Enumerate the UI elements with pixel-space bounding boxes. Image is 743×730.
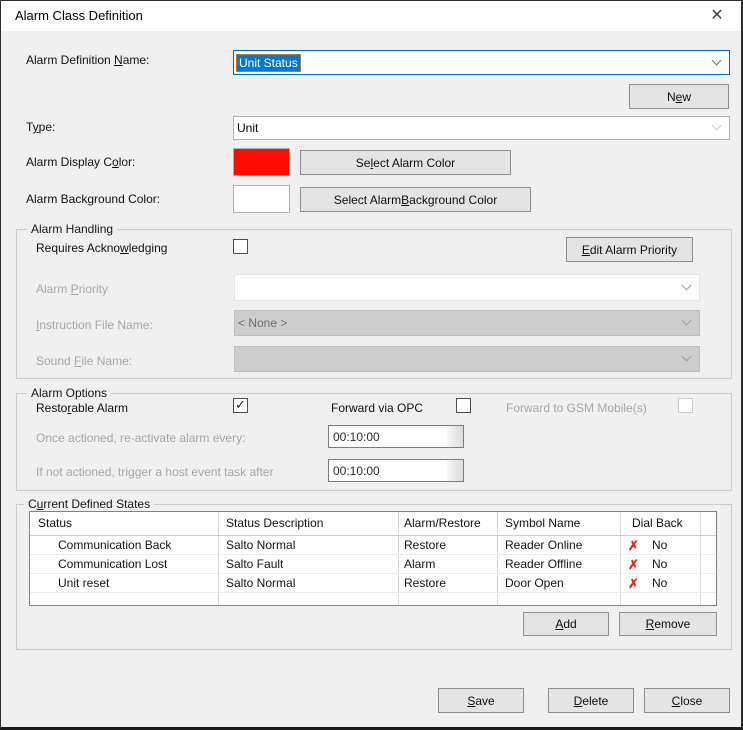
host-event-interval-field: 00:10:00 bbox=[328, 459, 464, 482]
reactivate-alarm-label: Once actioned, re-activate alarm every: bbox=[36, 431, 245, 445]
type-combobox[interactable]: Unit bbox=[233, 116, 730, 140]
host-event-interval-value: 00:10:00 bbox=[333, 464, 380, 478]
red-cross-icon: ✗ bbox=[628, 557, 639, 573]
close-button[interactable]: Close bbox=[644, 688, 730, 713]
reactivate-interval-field: 00:10:00 bbox=[328, 425, 464, 448]
table-header-row: Status Status Description Alarm/Restore … bbox=[30, 512, 716, 536]
cell-status: Unit reset bbox=[58, 576, 109, 590]
sound-file-name-combobox bbox=[234, 346, 700, 372]
host-event-label: If not actioned, trigger a host event ta… bbox=[36, 465, 273, 479]
title-bar: Alarm Class Definition ✕ bbox=[1, 1, 741, 31]
alarm-priority-label: Alarm Priority bbox=[36, 282, 108, 296]
cell-symbol-name: Reader Online bbox=[505, 538, 582, 552]
remove-button[interactable]: Remove bbox=[619, 612, 717, 636]
defined-states-table[interactable]: Status Status Description Alarm/Restore … bbox=[29, 511, 717, 606]
red-cross-icon: ✗ bbox=[628, 576, 639, 592]
restorable-alarm-label: Restorable Alarm bbox=[36, 401, 128, 415]
spinner-strip bbox=[447, 460, 463, 481]
cell-dial-back: No bbox=[652, 538, 667, 552]
red-cross-icon: ✗ bbox=[628, 538, 639, 554]
add-button[interactable]: Add bbox=[523, 612, 609, 636]
sound-file-name-label: Sound File Name: bbox=[36, 354, 132, 368]
new-button[interactable]: New bbox=[629, 84, 729, 109]
alarm-handling-legend: Alarm Handling bbox=[27, 222, 117, 236]
table-row[interactable]: Communication Back Salto Normal Restore … bbox=[30, 536, 716, 555]
type-label: Type: bbox=[26, 120, 55, 134]
instruction-file-name-label: Instruction File Name: bbox=[36, 318, 153, 332]
type-value: Unit bbox=[237, 121, 258, 135]
alarm-class-definition-dialog: Alarm Class Definition ✕ Alarm Definitio… bbox=[0, 0, 743, 730]
forward-via-opc-checkbox[interactable] bbox=[456, 398, 471, 413]
forward-to-gsm-label: Forward to GSM Mobile(s) bbox=[506, 401, 647, 415]
alarm-background-color-label: Alarm Background Color: bbox=[26, 192, 160, 206]
column-header-dial-back[interactable]: Dial Back bbox=[632, 516, 683, 530]
dialog-title: Alarm Class Definition bbox=[15, 8, 143, 23]
current-defined-states-legend: Current Defined States bbox=[24, 497, 154, 511]
cell-status: Communication Back bbox=[58, 538, 171, 552]
chevron-down-icon bbox=[682, 280, 692, 290]
alarm-priority-combobox bbox=[234, 274, 700, 301]
instruction-file-name-value: < None > bbox=[238, 316, 287, 330]
reactivate-interval-value: 00:10:00 bbox=[333, 430, 380, 444]
alarm-options-legend: Alarm Options bbox=[27, 386, 111, 400]
edit-alarm-priority-button[interactable]: Edit Alarm Priority bbox=[566, 237, 693, 262]
alarm-display-color-label: Alarm Display Color: bbox=[26, 155, 135, 169]
spinner-strip bbox=[447, 426, 463, 447]
close-icon[interactable]: ✕ bbox=[705, 6, 729, 26]
requires-acknowledging-checkbox[interactable] bbox=[233, 239, 248, 254]
alarm-background-color-swatch bbox=[233, 185, 290, 213]
cell-status-description: Salto Normal bbox=[226, 576, 295, 590]
forward-via-opc-label: Forward via OPC bbox=[331, 401, 423, 415]
select-alarm-background-color-button[interactable]: Select Alarm Background Color bbox=[300, 187, 531, 212]
cell-dial-back: No bbox=[652, 576, 667, 590]
cell-status-description: Salto Fault bbox=[226, 557, 283, 571]
alarm-definition-name-label: Alarm Definition Name: bbox=[26, 53, 149, 67]
cell-alarm-restore: Restore bbox=[404, 538, 446, 552]
column-header-alarm-restore[interactable]: Alarm/Restore bbox=[404, 516, 481, 530]
alarm-display-color-swatch bbox=[233, 148, 290, 176]
chevron-down-icon bbox=[682, 352, 692, 362]
alarm-definition-name-value: Unit Status bbox=[237, 55, 300, 71]
table-row[interactable]: Communication Lost Salto Fault Alarm Rea… bbox=[30, 555, 716, 574]
alarm-definition-name-combobox[interactable]: Unit Status bbox=[233, 50, 730, 75]
select-alarm-color-button[interactable]: Select Alarm Color bbox=[300, 150, 511, 175]
cell-status: Communication Lost bbox=[58, 557, 167, 571]
save-button[interactable]: Save bbox=[438, 688, 524, 713]
table-row[interactable]: Unit reset Salto Normal Restore Door Ope… bbox=[30, 574, 716, 593]
chevron-down-icon bbox=[712, 55, 722, 65]
cell-alarm-restore: Alarm bbox=[404, 557, 435, 571]
cell-dial-back: No bbox=[652, 557, 667, 571]
cell-symbol-name: Door Open bbox=[505, 576, 564, 590]
requires-acknowledging-label: Requires Acknowledging bbox=[36, 241, 167, 255]
forward-to-gsm-checkbox bbox=[678, 398, 693, 413]
cell-alarm-restore: Restore bbox=[404, 576, 446, 590]
column-header-symbol-name[interactable]: Symbol Name bbox=[505, 516, 580, 530]
chevron-down-icon bbox=[712, 121, 722, 131]
instruction-file-name-combobox: < None > bbox=[234, 310, 700, 336]
cell-status-description: Salto Normal bbox=[226, 538, 295, 552]
column-header-status-description[interactable]: Status Description bbox=[226, 516, 323, 530]
restorable-alarm-checkbox[interactable] bbox=[233, 398, 248, 413]
delete-button[interactable]: Delete bbox=[548, 688, 634, 713]
column-header-status[interactable]: Status bbox=[38, 516, 72, 530]
cell-symbol-name: Reader Offline bbox=[505, 557, 582, 571]
chevron-down-icon bbox=[682, 316, 692, 326]
